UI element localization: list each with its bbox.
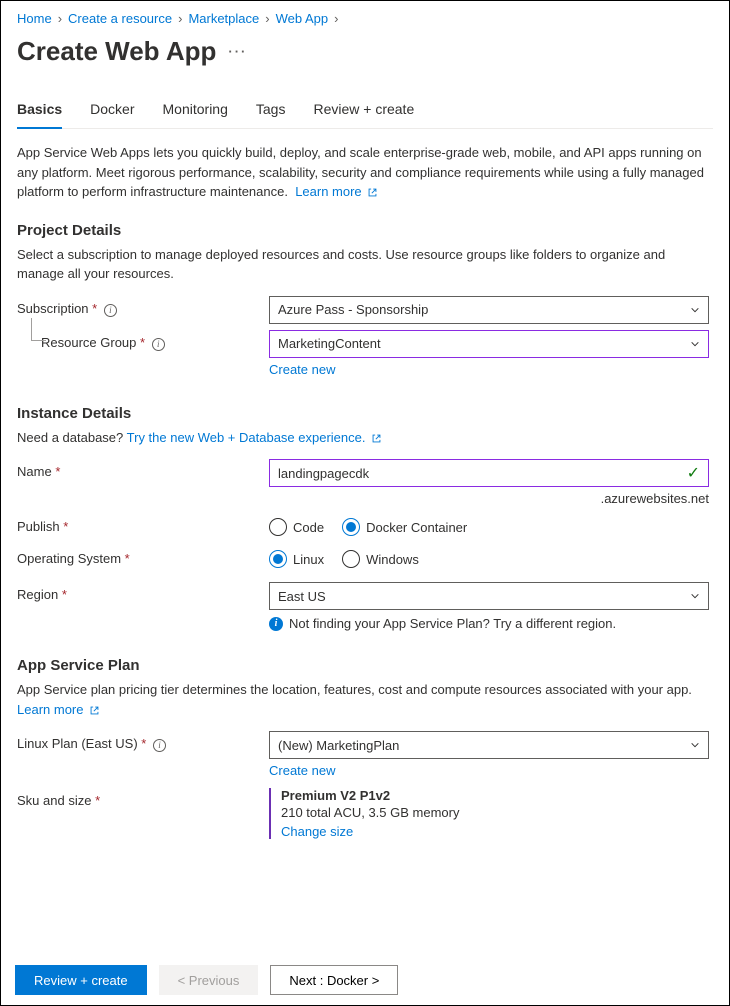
region-label: Region * [17, 582, 269, 602]
plan-learn-more-link[interactable]: Learn more [17, 702, 100, 717]
os-radio-linux[interactable]: Linux [269, 550, 324, 568]
info-icon: i [269, 617, 283, 631]
chevron-down-icon [690, 305, 700, 315]
chevron-right-icon: › [334, 11, 338, 26]
name-suffix: .azurewebsites.net [269, 491, 709, 506]
name-input[interactable]: landingpagecdk ✓ [269, 459, 709, 487]
sku-title: Premium V2 P1v2 [281, 788, 709, 803]
region-hint: i Not finding your App Service Plan? Try… [269, 616, 709, 631]
change-size-link[interactable]: Change size [281, 824, 353, 839]
previous-button: < Previous [159, 965, 259, 995]
sku-subtitle: 210 total ACU, 3.5 GB memory [281, 805, 709, 820]
more-options-icon[interactable]: ··· [228, 44, 247, 59]
resource-group-label: Resource Group * i [41, 330, 269, 351]
next-button[interactable]: Next : Docker > [270, 965, 398, 995]
database-experience-link[interactable]: Try the new Web + Database experience. [127, 430, 382, 445]
chevron-down-icon [690, 591, 700, 601]
external-link-icon [367, 187, 378, 198]
external-link-icon [371, 433, 382, 444]
os-label: Operating System * [17, 546, 269, 566]
linux-plan-select[interactable]: (New) MarketingPlan [269, 731, 709, 759]
publish-radio-code[interactable]: Code [269, 518, 324, 536]
app-service-plan-heading: App Service Plan [17, 657, 713, 674]
breadcrumb-home[interactable]: Home [17, 11, 52, 26]
chevron-down-icon [690, 339, 700, 349]
breadcrumb-create-resource[interactable]: Create a resource [68, 11, 172, 26]
sku-block: Premium V2 P1v2 210 total ACU, 3.5 GB me… [269, 788, 709, 839]
tab-monitoring[interactable]: Monitoring [163, 95, 228, 129]
create-new-rg-link[interactable]: Create new [269, 362, 335, 377]
subscription-label: Subscription * i [17, 296, 269, 317]
tab-docker[interactable]: Docker [90, 95, 134, 129]
chevron-right-icon: › [58, 11, 62, 26]
project-details-desc: Select a subscription to manage deployed… [17, 245, 713, 284]
chevron-down-icon [690, 740, 700, 750]
project-details-heading: Project Details [17, 222, 713, 239]
instance-details-heading: Instance Details [17, 405, 713, 422]
info-icon[interactable]: i [104, 304, 117, 317]
check-icon: ✓ [687, 463, 700, 483]
os-radio-windows[interactable]: Windows [342, 550, 419, 568]
sku-label: Sku and size * [17, 788, 269, 808]
review-create-button[interactable]: Review + create [15, 965, 147, 995]
footer-bar: Review + create < Previous Next : Docker… [1, 955, 729, 1005]
linux-plan-label: Linux Plan (East US) * i [17, 731, 269, 752]
chevron-right-icon: › [178, 11, 182, 26]
tab-bar: Basics Docker Monitoring Tags Review + c… [17, 95, 713, 129]
info-icon[interactable]: i [152, 338, 165, 351]
publish-radio-docker[interactable]: Docker Container [342, 518, 467, 536]
resource-group-select[interactable]: MarketingContent [269, 330, 709, 358]
app-service-plan-desc: App Service plan pricing tier determines… [17, 680, 713, 719]
info-icon[interactable]: i [153, 739, 166, 752]
breadcrumb-marketplace[interactable]: Marketplace [188, 11, 259, 26]
external-link-icon [89, 705, 100, 716]
tab-basics[interactable]: Basics [17, 95, 62, 129]
create-new-plan-link[interactable]: Create new [269, 763, 335, 778]
database-prompt: Need a database? Try the new Web + Datab… [17, 428, 713, 448]
breadcrumb-web-app[interactable]: Web App [276, 11, 329, 26]
publish-label: Publish * [17, 514, 269, 534]
tab-review-create[interactable]: Review + create [313, 95, 414, 129]
intro-text: App Service Web Apps lets you quickly bu… [17, 143, 713, 202]
tab-tags[interactable]: Tags [256, 95, 286, 129]
chevron-right-icon: › [265, 11, 269, 26]
name-label: Name * [17, 459, 269, 479]
learn-more-link[interactable]: Learn more [295, 184, 378, 199]
region-select[interactable]: East US [269, 582, 709, 610]
subscription-select[interactable]: Azure Pass - Sponsorship [269, 296, 709, 324]
page-title: Create Web App [17, 36, 216, 67]
breadcrumb: Home › Create a resource › Marketplace ›… [17, 11, 713, 26]
